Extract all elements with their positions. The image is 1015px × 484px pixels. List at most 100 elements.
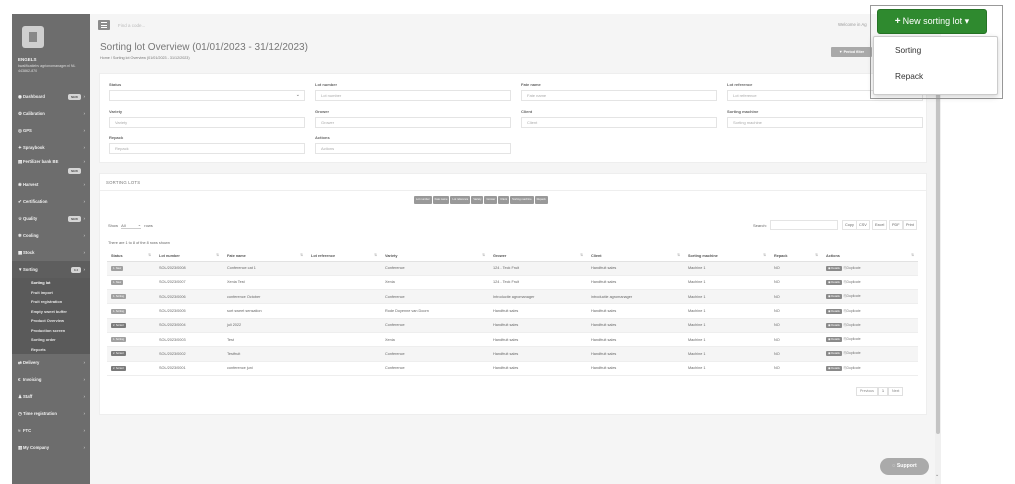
duplicate-button[interactable]: ⎘Duplicate	[844, 351, 861, 355]
details-button[interactable]: ◉ Details	[826, 279, 842, 285]
pagination-next[interactable]: Next	[887, 387, 904, 396]
table-row[interactable]: 2. Sorted SOL/2023/0002 Testfruit Conferenc…	[107, 346, 918, 362]
column-toggle-button[interactable]: Variety	[471, 196, 484, 204]
column-header-repack[interactable]: Repack ⇅	[770, 251, 822, 262]
column-header-status[interactable]: Status ⇅	[107, 251, 155, 262]
sidebar-item-quality[interactable]: ☆Quality NEW ›	[12, 210, 90, 227]
duplicate-button[interactable]: ⎘Duplicate	[844, 323, 861, 327]
filter-input[interactable]: Variety	[109, 117, 305, 128]
table-row[interactable]: 1. Sorting SOL/2023/0006 conference Octobe…	[107, 289, 918, 305]
sidebar-item-gps[interactable]: ◎GPS ›	[12, 122, 90, 139]
table-search-input[interactable]	[770, 220, 838, 230]
sidebar-subitem-fruit-import[interactable]: Fruit import	[12, 288, 90, 298]
page-scrollbar[interactable]: ⌄	[935, 38, 941, 484]
status-select[interactable]: ⌄	[109, 90, 305, 101]
sidebar-item-sorting[interactable]: ▼Sorting 0.4 ›	[12, 261, 90, 278]
sidebar-subitem-product-overview[interactable]: Product Overview	[12, 316, 90, 326]
table-row[interactable]: 2. Sorted SOL/2023/0004 juli 2022 Conferenc…	[107, 318, 918, 333]
scroll-down-icon[interactable]: ⌄	[935, 472, 939, 478]
sidebar-item-stock[interactable]: ▦Stock ›	[12, 244, 90, 261]
details-button[interactable]: ◉ Details	[826, 351, 842, 357]
column-header-sorting-machine[interactable]: Sorting machine ⇅	[684, 251, 770, 262]
sidebar-subitem-sorting-order[interactable]: Sorting order	[12, 335, 90, 345]
column-toggle-button[interactable]: Fate name	[432, 196, 450, 204]
table-row[interactable]: 1. Sorting SOL/2023/0003 Test Xenia Handfrui…	[107, 332, 918, 348]
details-button[interactable]: ◉ Details	[826, 308, 842, 314]
export-csv-button[interactable]: CSV	[856, 220, 870, 230]
sidebar-item-certification[interactable]: ✔Certification ›	[12, 193, 90, 210]
table-row[interactable]: 1. New SOL/2023/0007 Xenia Test Xenia 124 - …	[107, 275, 918, 291]
hamburger-menu-icon[interactable]	[98, 20, 110, 30]
duplicate-button[interactable]: ⎘Duplicate	[844, 280, 861, 284]
sidebar-item-fertilizer-bank-be[interactable]: ▤Fertilizer bank BE NEW ›	[12, 156, 90, 176]
sidebar-item-ftc[interactable]: ≈ FTC ›	[12, 422, 90, 439]
sidebar-item-my-company[interactable]: ▥My Company ›	[12, 439, 90, 456]
duplicate-button[interactable]: ⎘Duplicate	[844, 366, 861, 370]
export-copy-button[interactable]: Copy	[842, 220, 857, 230]
sidebar-item-spraybook[interactable]: ✦Spraybook ›	[12, 139, 90, 156]
pagination-1[interactable]: 1	[877, 387, 888, 396]
table-row[interactable]: 2. Sorted SOL/2023/0001 conference juni Con…	[107, 361, 918, 376]
status-badge: 2. Sorted	[111, 351, 126, 357]
pagination-previous[interactable]: Previous	[856, 387, 878, 396]
filter-input[interactable]: Actions	[315, 143, 511, 154]
cell-machine: Machine 1	[684, 346, 770, 362]
sidebar-subitem-production-screen[interactable]: Production screen	[12, 326, 90, 336]
details-button[interactable]: ◉ Details	[826, 337, 842, 343]
filter-input[interactable]: Grower	[315, 117, 511, 128]
menu-item-repack[interactable]: Repack	[874, 63, 997, 89]
sidebar-item-calibration[interactable]: ⚙Calibration ›	[12, 105, 90, 122]
column-header-fate-name[interactable]: Fate name ⇅	[223, 251, 307, 262]
sidebar-item-cooling[interactable]: ❄Cooling ›	[12, 227, 90, 244]
filter-input[interactable]: Lot number	[315, 90, 511, 101]
column-toggle-button[interactable]: Lot number	[414, 196, 432, 204]
column-toggle-button[interactable]: Sorting machine	[510, 196, 534, 204]
sidebar-item-delivery[interactable]: ⇄Delivery ›	[12, 354, 90, 371]
duplicate-button[interactable]: ⎘Duplicate	[844, 266, 861, 270]
sidebar-item-harvest[interactable]: ❀Harvest ›	[12, 176, 90, 193]
table-row[interactable]: 1. Sorting SOL/2023/0005 sort sweet sensat…	[107, 303, 918, 319]
filter-input[interactable]: Fate name	[521, 90, 717, 101]
sidebar-subitem-fruit-registration[interactable]: Fruit registration	[12, 297, 90, 307]
find-code-input[interactable]: Find a code...	[118, 23, 145, 28]
export-print-button[interactable]: Print	[903, 220, 917, 230]
sidebar-subitem-empty-sweet-buffer[interactable]: Empty sweet buffer	[12, 307, 90, 317]
details-button[interactable]: ◉ Details	[826, 322, 842, 328]
menu-item-sorting[interactable]: Sorting	[874, 37, 997, 63]
column-header-lot-number[interactable]: Lot number ⇅	[155, 251, 223, 262]
period-filter-button[interactable]: ▼ Period filter	[831, 47, 872, 57]
column-header-grower[interactable]: Grower ⇅	[489, 251, 587, 262]
duplicate-button[interactable]: ⎘Duplicate	[844, 337, 861, 341]
column-toggle-button[interactable]: Grower	[484, 196, 498, 204]
filter-input[interactable]: Sorting machine	[727, 117, 923, 128]
sidebar-subitem-sorting-lot[interactable]: Sorting lot	[12, 278, 90, 288]
rows-length-select[interactable]: All ⌄	[121, 222, 142, 229]
column-toggle-button[interactable]: Client	[498, 196, 510, 204]
details-button[interactable]: ◉ Details	[826, 265, 842, 271]
column-toggle-button[interactable]: Repack	[534, 196, 548, 204]
column-header-variety[interactable]: Variety ⇅	[381, 251, 489, 262]
filter-input[interactable]: Client	[521, 117, 717, 128]
details-button[interactable]: ◉ Details	[826, 365, 842, 371]
support-button[interactable]: ◌ Support	[880, 458, 929, 475]
sidebar-item-invoicing[interactable]: € Invoicing ›	[12, 371, 90, 388]
column-header-client[interactable]: Client ⇅	[587, 251, 684, 262]
sidebar-subitem-reports[interactable]: Reports	[12, 345, 90, 355]
sidebar-item-staff[interactable]: ♟Staff ›	[12, 388, 90, 405]
table-row[interactable]: 1. New SOL/2023/0008 Conference cat 1 Confe…	[107, 261, 918, 276]
sidebar-item-time-registration[interactable]: ◷Time registration ›	[12, 405, 90, 422]
new-sorting-lot-button[interactable]: + New sorting lot ▾	[877, 9, 987, 34]
filter-input[interactable]: Repack	[109, 143, 305, 154]
duplicate-button[interactable]: ⎘Duplicate	[844, 294, 861, 298]
company-logo[interactable]	[22, 26, 44, 48]
export-excel-button[interactable]: Excel	[872, 220, 888, 230]
export-pdf-button[interactable]: PDF	[889, 220, 903, 230]
column-toggle-button[interactable]: Lot reference	[450, 196, 471, 204]
sidebar-item-dashboard[interactable]: ◉Dashboard NEW ›	[12, 88, 90, 105]
breadcrumb[interactable]: Home / Sorting lot Overview (01/01/2023 …	[100, 56, 190, 60]
details-button[interactable]: ◉ Details	[826, 294, 842, 300]
column-header-actions[interactable]: Actions ⇅	[822, 251, 918, 262]
duplicate-button[interactable]: ⎘Duplicate	[844, 309, 861, 313]
column-header-lot-reference[interactable]: Lot reference ⇅	[307, 251, 381, 262]
sidebar-badge: NEW	[68, 94, 81, 100]
